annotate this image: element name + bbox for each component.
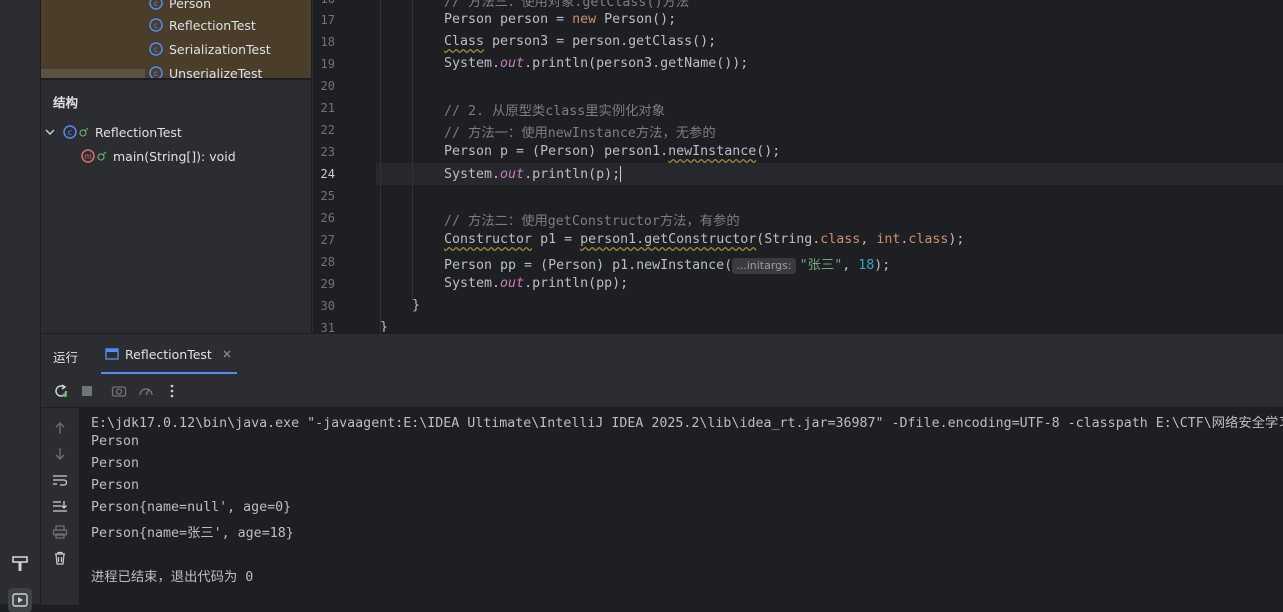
scroll-to-end-icon[interactable] (52, 498, 68, 514)
structure-panel: 结构 c ReflectionTest m main(String[]): vo… (41, 79, 311, 333)
svg-text:m: m (84, 152, 92, 161)
code-line: // 方法二：使用getConstructor方法，有参的 (444, 214, 740, 229)
text-caret (620, 166, 622, 182)
rerun-icon[interactable] (53, 383, 69, 399)
svg-text:c: c (154, 69, 158, 78)
line-number: 23 (320, 145, 335, 159)
line-number: 26 (320, 211, 335, 225)
trash-icon[interactable] (52, 550, 68, 566)
soft-wrap-icon[interactable] (52, 472, 68, 488)
tree-item-label: ReflectionTest (169, 17, 256, 33)
line-number: 16 (313, 0, 335, 6)
arrow-down-icon[interactable] (52, 446, 68, 462)
line-number: 28 (320, 255, 335, 269)
camera-icon[interactable] (111, 383, 127, 399)
line-number: 19 (320, 57, 335, 71)
profiler-icon[interactable] (138, 383, 154, 399)
svg-text:c: c (154, 0, 158, 8)
code-line: Person person = new Person(); (444, 12, 677, 27)
inlay-hint: ...initargs: (732, 258, 796, 274)
line-number: 30 (320, 299, 335, 313)
code-line: System.out.println(person3.getName()); (444, 56, 749, 71)
run-config-icon (105, 348, 119, 360)
run-tab-label: ReflectionTest (125, 346, 212, 362)
code-line: Constructor p1 = person1.getConstructor(… (444, 232, 965, 247)
console-line: Person{name=null', age=0} (91, 500, 292, 515)
chevron-down-icon[interactable] (45, 127, 55, 137)
svg-text:c: c (154, 21, 158, 30)
run-header: 运行 ReflectionTest (41, 334, 1283, 374)
code-line: } (380, 320, 389, 332)
public-access-icon (79, 127, 89, 137)
stop-icon[interactable] (79, 383, 95, 399)
more-options-icon[interactable] (164, 383, 180, 399)
tree-item[interactable]: c UnserializeTest (149, 62, 262, 78)
line-number: 25 (320, 189, 335, 203)
method-icon: m (81, 149, 95, 163)
line-number: 21 (320, 101, 335, 115)
code-line: Class person3 = person.getClass(); (444, 34, 717, 49)
class-icon: c (63, 125, 77, 139)
code-editor[interactable]: 16 17 18 19 20 21 22 23 24 25 26 27 28 2… (312, 0, 1283, 332)
code-line: } (412, 298, 421, 313)
console-line: E:\jdk17.0.12\bin\java.exe "-javaagent:E… (91, 416, 1283, 431)
public-access-icon (97, 151, 107, 161)
line-number: 29 (320, 277, 335, 291)
console-line: Person{name=张三', age=18} (91, 526, 294, 541)
console-line: Person (91, 456, 140, 471)
project-tree: c Person c ReflectionTest c Serializatio… (41, 0, 311, 78)
indent-guide (412, 0, 413, 300)
line-number: 20 (320, 79, 335, 93)
tree-item-label: UnserializeTest (169, 65, 263, 79)
class-icon: c (149, 66, 163, 78)
tree-item[interactable]: c Person (149, 0, 211, 14)
structure-method-label: main(String[]): void (113, 148, 236, 164)
line-number: 27 (320, 233, 335, 247)
structure-title: 结构 (53, 95, 79, 110)
code-line: Person pp = (Person) p1.newInstance(...i… (444, 258, 891, 274)
run-panel-icon[interactable] (8, 588, 32, 612)
structure-class-label: ReflectionTest (95, 124, 182, 140)
active-tab-indicator (101, 372, 237, 374)
run-title: 运行 (53, 350, 79, 365)
class-icon: c (149, 42, 163, 56)
line-number: 18 (320, 35, 335, 49)
console-side-toolbar (41, 408, 80, 605)
horizontal-scrollbar[interactable] (41, 69, 145, 78)
code-line: // 方法三：使用对象.getClass()方法 (444, 0, 690, 10)
activity-bar (0, 0, 41, 612)
tree-item[interactable]: c SerializationTest (149, 38, 271, 60)
tree-item-label: Person (169, 0, 212, 11)
line-number: 31 (320, 321, 335, 332)
run-toolbar (41, 375, 1283, 408)
line-number: 17 (320, 13, 335, 27)
run-tool-window: 运行 ReflectionTest E:\jdk17.0.12\bin\java… (41, 333, 1283, 605)
line-number-current: 24 (320, 167, 335, 181)
run-tab[interactable]: ReflectionTest (101, 334, 237, 374)
arrow-up-icon[interactable] (52, 420, 68, 436)
line-number: 22 (320, 123, 335, 137)
code-line-current: System.out.println(p); (444, 166, 622, 182)
console-line: Person (91, 434, 140, 449)
code-line: Person p = (Person) person1.newInstance(… (444, 144, 781, 159)
structure-method-node[interactable]: m main(String[]): void (81, 145, 236, 167)
console-output[interactable]: E:\jdk17.0.12\bin\java.exe "-javaagent:E… (80, 408, 1283, 605)
code-line: // 2. 从原型类class里实例化对象 (444, 104, 666, 119)
console-exit-line: 进程已结束，退出代码为 0 (91, 570, 254, 585)
code-line: System.out.println(pp); (444, 276, 629, 291)
tree-item-label: SerializationTest (169, 41, 271, 57)
build-hammer-icon[interactable] (8, 552, 32, 576)
console-line: Person (91, 478, 140, 493)
tree-item[interactable]: c ReflectionTest (149, 14, 256, 36)
structure-class-node[interactable]: c ReflectionTest (45, 121, 182, 143)
svg-text:c: c (154, 45, 158, 54)
class-icon: c (149, 18, 163, 32)
indent-guide (380, 0, 381, 332)
print-icon[interactable] (52, 524, 68, 540)
close-icon[interactable] (222, 349, 232, 359)
code-line: // 方法一：使用newInstance方法，无参的 (444, 126, 716, 141)
class-icon: c (149, 0, 163, 10)
svg-text:c: c (68, 128, 72, 137)
